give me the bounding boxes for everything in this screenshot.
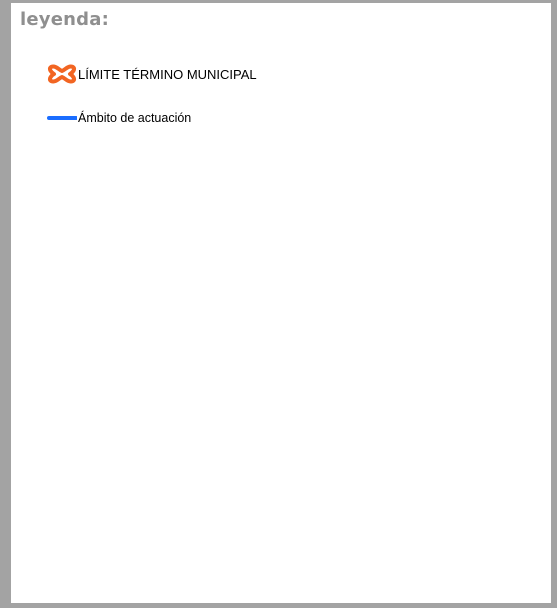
municipal-boundary-icon	[47, 64, 77, 84]
legend-panel: leyenda: LÍMITE TÉRMINO MUNICIPAL Ámbito…	[0, 0, 557, 608]
legend-item-action-area: Ámbito de actuación	[47, 108, 191, 128]
legend-item-municipal-boundary: LÍMITE TÉRMINO MUNICIPAL	[47, 64, 257, 84]
legend-label: LÍMITE TÉRMINO MUNICIPAL	[78, 66, 257, 82]
legend-label: Ámbito de actuación	[78, 111, 192, 125]
action-area-line-icon	[47, 116, 77, 120]
legend-title: leyenda:	[20, 9, 109, 30]
